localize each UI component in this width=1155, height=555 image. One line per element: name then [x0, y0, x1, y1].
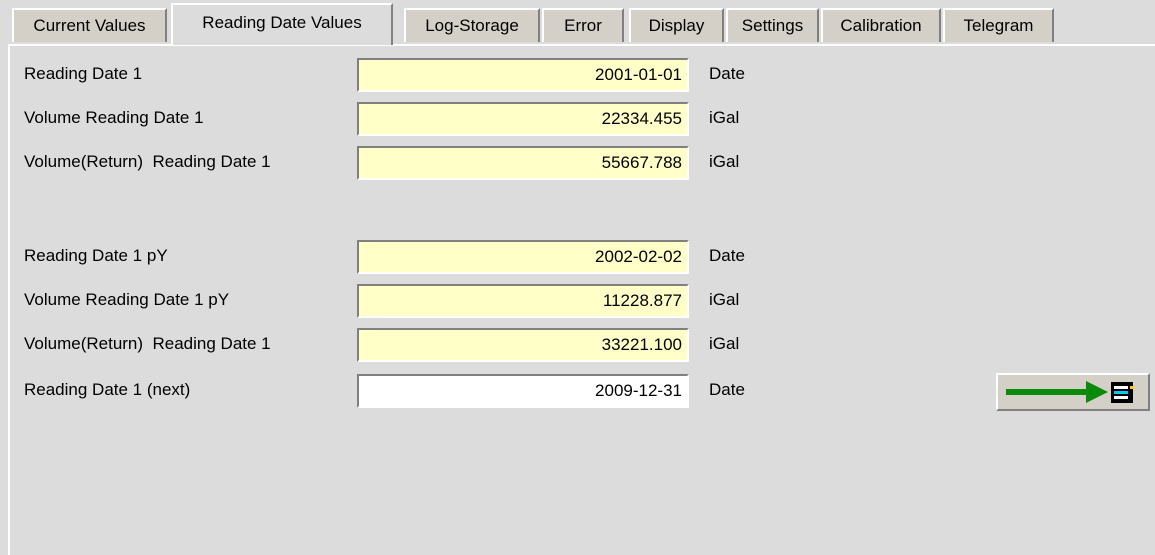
tab-current-values[interactable]: Current Values: [12, 8, 167, 42]
unit-label: iGal: [709, 290, 740, 309]
field-label: Volume(Return) Reading Date 1: [24, 334, 271, 353]
tab-error[interactable]: Error: [542, 8, 624, 42]
green-arrow-to-device-icon: [1006, 381, 1134, 403]
volume-return-reading-date-1-field: 55667.788: [357, 146, 689, 180]
unit-label: iGal: [709, 108, 740, 127]
unit-label: Date: [709, 246, 745, 265]
tab-label: Current Values: [33, 16, 146, 35]
tab-label: Display: [648, 16, 705, 35]
unit-label: Date: [709, 64, 745, 83]
row-reading-date-1: Reading Date 1 2001-01-01 Date: [10, 58, 910, 92]
tab-label: Error: [564, 16, 602, 35]
unit-label: iGal: [709, 152, 740, 171]
send-to-device-button[interactable]: [996, 373, 1150, 411]
tab-bar: Current Values Reading Date Values Log-S…: [0, 0, 1155, 46]
tab-reading-date-values[interactable]: Reading Date Values: [171, 3, 393, 45]
tab-label: Reading Date Values: [202, 13, 362, 32]
volume-return-reading-date-1-py-field: 33221.100: [357, 328, 689, 362]
field-label: Reading Date 1 (next): [24, 380, 191, 399]
tab-display[interactable]: Display: [629, 8, 724, 42]
row-volume-return-reading-date-1: Volume(Return) Reading Date 1 55667.788 …: [10, 146, 910, 180]
row-volume-return-reading-date-1-py: Volume(Return) Reading Date 1 33221.100 …: [10, 328, 910, 362]
tab-label: Calibration: [840, 16, 922, 35]
reading-date-1-next-input[interactable]: 2009-12-31: [357, 374, 689, 408]
tab-label: Settings: [741, 16, 804, 35]
field-label: Volume(Return) Reading Date 1: [24, 152, 271, 171]
tab-label: Telegram: [963, 16, 1034, 35]
row-volume-reading-date-1: Volume Reading Date 1 22334.455 iGal: [10, 102, 910, 136]
tab-telegram[interactable]: Telegram: [943, 8, 1054, 42]
row-reading-date-1-py: Reading Date 1 pY 2002-02-02 Date: [10, 240, 910, 274]
field-label: Reading Date 1: [24, 64, 143, 83]
unit-label: iGal: [709, 334, 740, 353]
reading-date-1-py-field: 2002-02-02: [357, 240, 689, 274]
volume-reading-date-1-field: 22334.455: [357, 102, 689, 136]
tab-calibration[interactable]: Calibration: [821, 8, 941, 42]
reading-date-values-panel: Reading Date 1 2001-01-01 Date Volume Re…: [8, 44, 1155, 555]
unit-label: Date: [709, 380, 745, 399]
tab-log-storage[interactable]: Log-Storage: [404, 8, 540, 42]
reading-date-1-field: 2001-01-01: [357, 58, 689, 92]
row-reading-date-1-next: Reading Date 1 (next) 2009-12-31 Date: [10, 374, 910, 408]
row-volume-reading-date-1-py: Volume Reading Date 1 pY 11228.877 iGal: [10, 284, 910, 318]
field-label: Volume Reading Date 1: [24, 108, 204, 127]
field-label: Volume Reading Date 1 pY: [24, 290, 230, 309]
field-label: Reading Date 1 pY: [24, 246, 168, 265]
tab-settings[interactable]: Settings: [726, 8, 819, 42]
volume-reading-date-1-py-field: 11228.877: [357, 284, 689, 318]
tab-label: Log-Storage: [425, 16, 519, 35]
